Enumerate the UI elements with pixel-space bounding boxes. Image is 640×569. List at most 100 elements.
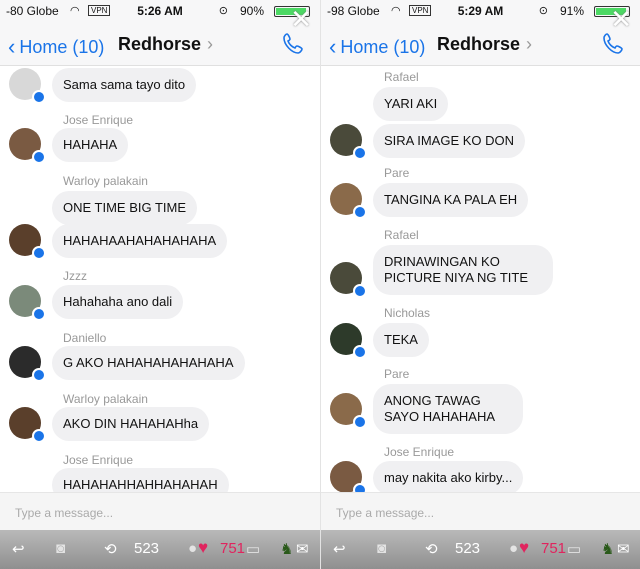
message-bubble[interactable]: SIRA IMAGE KO DON	[373, 124, 526, 158]
sticker-icon[interactable]: ▭	[246, 540, 260, 558]
messenger-badge-icon	[353, 415, 367, 429]
phone-icon[interactable]	[602, 31, 626, 55]
camera-icon[interactable]: ◙	[377, 540, 386, 557]
chat-header: ‹ Home (10) Redhorse ›	[0, 22, 320, 66]
sender-name: Pare	[384, 166, 410, 180]
sender-name: Jose Enrique	[384, 445, 455, 459]
chat-screenshot-right: -98 Globe ◠ VPN 5:29 AM ⊙ 91% ‹ Home (10)…	[320, 0, 640, 569]
mail-icon[interactable]: ✉	[617, 540, 630, 558]
tweet-action-bar: ↩ ◙ ⟲ 523 ● ♥ 751 ▭ ♞ ✉	[0, 530, 320, 569]
messenger-badge-icon	[32, 368, 46, 382]
avatar[interactable]	[330, 461, 367, 497]
retweet-count: 523	[134, 540, 160, 557]
close-icon[interactable]: ✕	[290, 6, 312, 32]
avatar[interactable]	[9, 346, 46, 382]
unread-count: (10)	[72, 37, 105, 57]
message-bubble[interactable]: ANONG TAWAG SAYO HAHAHAHA	[373, 384, 523, 434]
avatar[interactable]	[9, 224, 46, 260]
message-bubble[interactable]: TEKA	[373, 323, 429, 357]
conversation-title[interactable]: Redhorse ›	[118, 34, 213, 55]
chat-header: ‹ Home (10) Redhorse ›	[321, 22, 640, 66]
chat-screenshot-left: -80 Globe ◠ VPN 5:26 AM ⊙ 90% ‹ Home (10)…	[0, 0, 320, 569]
avatar[interactable]	[330, 323, 367, 359]
sender-name: Warloy palakain	[63, 174, 148, 188]
avatar[interactable]	[330, 262, 367, 298]
back-label: Home	[19, 37, 68, 57]
chevron-left-icon: ‹	[329, 34, 337, 59]
back-button[interactable]: ‹ Home (10)	[329, 33, 425, 59]
avatar[interactable]	[9, 407, 46, 443]
avatar[interactable]	[330, 183, 367, 219]
avatar[interactable]	[330, 124, 367, 160]
message-input[interactable]: Type a message...	[0, 492, 320, 532]
message-list: Sama sama tayo dito Jose Enrique HAHAHA …	[0, 66, 320, 502]
messenger-badge-icon	[32, 150, 46, 164]
rotation-lock-icon: ⊙	[218, 5, 228, 17]
tweet-action-bar: ↩ ◙ ⟲ 523 ● ♥ 751 ▭ ♞ ✉	[321, 530, 640, 569]
clock: 5:29 AM	[457, 4, 504, 18]
sticker-icon[interactable]: ▭	[567, 540, 581, 558]
avatar[interactable]	[9, 285, 46, 321]
back-label: Home	[340, 37, 389, 57]
retweet-icon[interactable]: ⟲	[425, 540, 438, 558]
message-bubble[interactable]: TANGINA KA PALA EH	[373, 183, 529, 217]
horse-emoji-icon: ♞	[280, 541, 294, 558]
messenger-badge-icon	[32, 90, 46, 104]
message-bubble[interactable]: YARI AKI	[373, 87, 449, 121]
microphone-icon[interactable]: ●	[509, 540, 518, 557]
messenger-badge-icon	[353, 146, 367, 160]
messenger-badge-icon	[32, 307, 46, 321]
title-label: Redhorse	[118, 34, 202, 54]
avatar[interactable]	[9, 68, 46, 104]
sender-name: Pare	[384, 367, 410, 381]
message-bubble[interactable]: ONE TIME BIG TIME	[52, 191, 198, 225]
messenger-badge-icon	[353, 284, 367, 298]
heart-icon[interactable]: ♥	[519, 538, 529, 558]
status-bar: -98 Globe ◠ VPN 5:29 AM ⊙ 91%	[321, 0, 640, 22]
message-bubble[interactable]: Hahahaha ano dali	[52, 285, 184, 319]
microphone-icon[interactable]: ●	[188, 540, 197, 557]
retweet-icon[interactable]: ⟲	[104, 540, 117, 558]
like-count: 751	[541, 540, 567, 557]
back-button[interactable]: ‹ Home (10)	[8, 33, 104, 59]
title-label: Redhorse	[437, 34, 521, 54]
retweet-count: 523	[455, 540, 481, 557]
sender-name: Daniello	[63, 331, 107, 345]
avatar[interactable]	[9, 128, 46, 164]
reply-icon[interactable]: ↩	[12, 540, 25, 558]
heart-icon[interactable]: ♥	[198, 538, 208, 558]
status-bar: -80 Globe ◠ VPN 5:26 AM ⊙ 90%	[0, 0, 320, 22]
horse-emoji-icon: ♞	[601, 541, 615, 558]
camera-icon[interactable]: ◙	[56, 540, 65, 557]
like-count: 751	[220, 540, 246, 557]
unread-count: (10)	[393, 37, 426, 57]
phone-icon[interactable]	[282, 31, 306, 55]
close-icon[interactable]: ✕	[610, 6, 632, 32]
conversation-title[interactable]: Redhorse ›	[437, 34, 532, 55]
message-bubble[interactable]: HAHAHAAHAHAHAHAHA	[52, 224, 228, 258]
message-bubble[interactable]: DRINAWINGAN KO PICTURE NIYA NG TITE	[373, 245, 553, 295]
sender-name: Jose Enrique	[63, 453, 134, 467]
message-bubble[interactable]: AKO DIN HAHAHAHha	[52, 407, 210, 441]
message-bubble[interactable]: Sama sama tayo dito	[52, 68, 197, 102]
mail-icon[interactable]: ✉	[296, 540, 309, 558]
chevron-left-icon: ‹	[8, 34, 16, 59]
avatar[interactable]	[330, 393, 367, 429]
message-bubble[interactable]: HAHAHA	[52, 128, 129, 162]
messenger-badge-icon	[32, 429, 46, 443]
message-bubble[interactable]: G AKO HAHAHAHAHAHAHA	[52, 346, 245, 380]
sender-name: Jose Enrique	[63, 113, 134, 127]
sender-name: Warloy palakain	[63, 392, 148, 406]
messenger-badge-icon	[353, 205, 367, 219]
message-list: Rafael YARI AKI SIRA IMAGE KO DON Pare T…	[321, 66, 640, 497]
messenger-badge-icon	[353, 345, 367, 359]
reply-icon[interactable]: ↩	[333, 540, 346, 558]
messenger-badge-icon	[32, 246, 46, 260]
clock: 5:26 AM	[137, 4, 183, 18]
sender-name: Rafael	[384, 228, 419, 242]
chevron-right-icon: ›	[207, 34, 214, 54]
battery-percent: 91%	[559, 4, 584, 18]
chevron-right-icon: ›	[526, 34, 533, 54]
message-input[interactable]: Type a message...	[321, 492, 640, 532]
message-bubble[interactable]: may nakita ako kirby...	[373, 461, 524, 495]
